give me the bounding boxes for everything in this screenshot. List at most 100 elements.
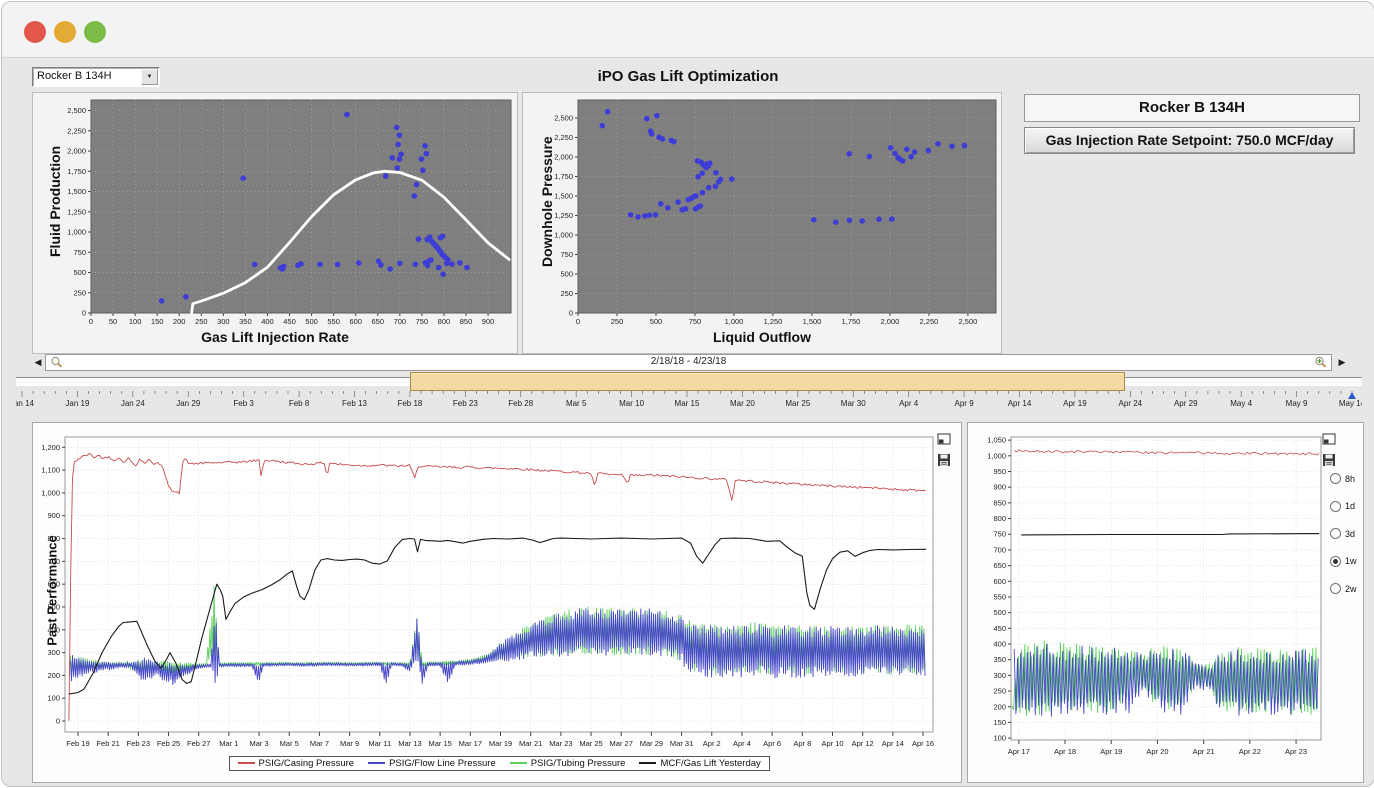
duration-radio-1d[interactable]: 1d [1330, 501, 1355, 512]
svg-text:Mar 3: Mar 3 [249, 739, 268, 748]
svg-text:450: 450 [283, 317, 296, 325]
svg-text:Apr 4: Apr 4 [733, 739, 751, 748]
past-performance-chart[interactable]: 01002003004005006007008009001,0001,1001,… [33, 423, 959, 753]
svg-text:Mar 13: Mar 13 [398, 739, 421, 748]
recent-performance-panel: 1001502002503003504004505005506006507007… [967, 422, 1364, 783]
svg-text:1,000: 1,000 [987, 451, 1006, 460]
svg-text:Mar 19: Mar 19 [489, 739, 512, 748]
svg-text:500: 500 [560, 269, 573, 278]
current-date-marker [1348, 392, 1356, 399]
svg-text:250: 250 [611, 317, 624, 325]
svg-text:May 14: May 14 [1339, 399, 1362, 408]
gas-lift-performance-panel: 0501001502002503003504004505005506006507… [32, 92, 518, 354]
svg-text:1,050: 1,050 [987, 436, 1006, 445]
legend-item: PSIG/Tubing Pressure [510, 758, 626, 769]
svg-text:Mar 23: Mar 23 [549, 739, 572, 748]
svg-text:900: 900 [993, 483, 1006, 492]
svg-text:250: 250 [195, 317, 208, 325]
downhole-pressure-panel: 02505007501,0001,2501,5001,7502,0002,250… [522, 92, 1002, 354]
legend-swatch [510, 762, 527, 764]
timeline-date-axis[interactable]: Jan 14Jan 19Jan 24Jan 29Feb 3Feb 8Feb 13… [16, 391, 1362, 408]
svg-text:300: 300 [993, 671, 1006, 680]
radio-icon[interactable] [1330, 583, 1341, 594]
svg-text:650: 650 [372, 317, 385, 325]
svg-text:May 4: May 4 [1230, 399, 1252, 408]
svg-text:Mar 29: Mar 29 [640, 739, 663, 748]
svg-text:Mar 9: Mar 9 [340, 739, 359, 748]
svg-text:Apr 18: Apr 18 [1054, 747, 1076, 756]
timeline-selection[interactable] [410, 372, 1125, 391]
svg-text:Apr 4: Apr 4 [899, 399, 919, 408]
duration-radio-3d[interactable]: 3d [1330, 528, 1355, 539]
legend-label: MCF/Gas Lift Yesterday [660, 758, 760, 769]
duration-radio-8h[interactable]: 8h [1330, 473, 1355, 484]
svg-text:750: 750 [560, 250, 573, 259]
svg-text:Jan 24: Jan 24 [121, 399, 146, 408]
svg-text:400: 400 [261, 317, 274, 325]
close-button[interactable] [24, 21, 46, 43]
svg-text:Mar 1: Mar 1 [219, 739, 238, 748]
svg-text:Mar 25: Mar 25 [579, 739, 602, 748]
radio-icon[interactable] [1330, 473, 1341, 484]
downhole-pressure-chart[interactable]: 02505007501,0001,2501,5001,7502,0002,250… [523, 93, 999, 325]
svg-text:Apr 14: Apr 14 [882, 739, 904, 748]
svg-text:750: 750 [416, 317, 429, 325]
svg-text:450: 450 [993, 624, 1006, 633]
radio-icon[interactable] [1330, 556, 1341, 567]
svg-text:2,250: 2,250 [67, 126, 86, 135]
timeline-track[interactable]: 2/18/18 - 4/23/18 [45, 354, 1332, 371]
detach-chart-icon[interactable] [937, 433, 952, 447]
svg-text:0: 0 [569, 309, 573, 318]
svg-text:250: 250 [560, 289, 573, 298]
chevron-down-icon[interactable]: ▼ [141, 69, 158, 85]
zoom-out-icon[interactable] [50, 356, 63, 369]
legend-label: PSIG/Flow Line Pressure [389, 758, 496, 769]
duration-radio-2w[interactable]: 2w [1330, 583, 1357, 594]
gas-injection-setpoint-button[interactable]: Gas Injection Rate Setpoint: 750.0 MCF/d… [1024, 127, 1355, 154]
timeline-scroll-right-button[interactable]: ▶ [1336, 354, 1348, 371]
svg-text:550: 550 [327, 317, 340, 325]
minimize-button[interactable] [54, 21, 76, 43]
gas-lift-performance-chart[interactable]: 0501001502002503003504004505005506006507… [33, 93, 515, 325]
svg-text:600: 600 [993, 577, 1006, 586]
svg-text:550: 550 [993, 592, 1006, 601]
timeline-scroll-left-button[interactable]: ◀ [32, 354, 44, 371]
duration-radio-1w[interactable]: 1w [1330, 556, 1357, 567]
radio-label: 2w [1345, 584, 1357, 594]
save-chart-icon[interactable] [1322, 453, 1337, 467]
svg-text:200: 200 [173, 317, 186, 325]
liquid-outflow-axis-label: Liquid Outflow [523, 329, 1001, 345]
detach-chart-icon[interactable] [1322, 433, 1337, 447]
recent-performance-chart[interactable]: 1001502002503003504004505005506006507007… [968, 423, 1361, 763]
save-chart-icon[interactable] [937, 453, 952, 467]
svg-text:Feb 25: Feb 25 [157, 739, 180, 748]
svg-text:Mar 27: Mar 27 [610, 739, 633, 748]
svg-text:750: 750 [689, 317, 702, 325]
svg-text:150: 150 [993, 718, 1006, 727]
svg-text:0: 0 [56, 717, 60, 726]
svg-text:100: 100 [993, 734, 1006, 743]
app-window: iPO Gas Lift Optimization Rocker B 134H … [1, 1, 1374, 787]
svg-text:Feb 19: Feb 19 [66, 739, 89, 748]
zoom-button[interactable] [84, 21, 106, 43]
page-title: iPO Gas Lift Optimization [2, 68, 1374, 85]
svg-text:Apr 10: Apr 10 [821, 739, 843, 748]
svg-text:Feb 13: Feb 13 [342, 399, 367, 408]
svg-text:Apr 17: Apr 17 [1008, 747, 1030, 756]
svg-text:1,000: 1,000 [41, 488, 60, 497]
svg-text:Jan 19: Jan 19 [65, 399, 90, 408]
radio-icon[interactable] [1330, 501, 1341, 512]
well-selector-dropdown[interactable]: Rocker B 134H ▼ [32, 67, 160, 87]
svg-text:Feb 23: Feb 23 [127, 739, 150, 748]
svg-text:Mar 7: Mar 7 [310, 739, 329, 748]
svg-text:1,250: 1,250 [554, 211, 573, 220]
svg-text:150: 150 [151, 317, 164, 325]
radio-icon[interactable] [1330, 528, 1341, 539]
zoom-in-icon[interactable] [1314, 356, 1327, 369]
well-selector-value: Rocker B 134H [37, 70, 112, 82]
timeline-selection-zone [16, 372, 1362, 391]
svg-text:1,200: 1,200 [41, 443, 60, 452]
well-name-display: Rocker B 134H [1024, 94, 1360, 122]
svg-text:2,500: 2,500 [554, 113, 573, 122]
svg-text:2,250: 2,250 [920, 317, 939, 325]
